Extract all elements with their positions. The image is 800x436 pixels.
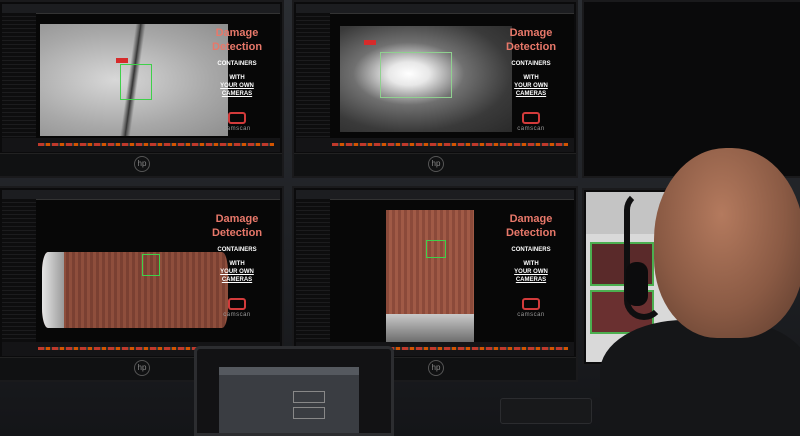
headphone-earcup-icon bbox=[626, 262, 648, 306]
laptop-panel bbox=[293, 407, 325, 419]
panel-your-own: YOUR OWN bbox=[220, 269, 254, 275]
hp-logo-icon: hp bbox=[134, 156, 150, 172]
data-sidebar bbox=[2, 13, 36, 138]
desk-radio bbox=[500, 398, 592, 424]
info-panel: Damage Detection CONTAINERS WITH YOUR OW… bbox=[198, 26, 276, 132]
timeline-bar[interactable] bbox=[296, 138, 574, 152]
hp-logo-icon: hp bbox=[428, 360, 444, 376]
detection-box bbox=[142, 254, 160, 276]
panel-subtitle: CONTAINERS bbox=[217, 247, 257, 253]
monitor-top-right bbox=[582, 0, 800, 178]
data-sidebar bbox=[2, 199, 36, 342]
monitor-bezel: hp bbox=[0, 153, 282, 176]
hp-logo-icon: hp bbox=[428, 156, 444, 172]
monitor-bezel: hp bbox=[294, 153, 576, 176]
laptop bbox=[194, 346, 394, 436]
info-panel: Damage Detection CONTAINERS WITH YOUR OW… bbox=[198, 212, 276, 318]
camera-feed-container-perspective bbox=[386, 210, 474, 348]
detection-box bbox=[120, 64, 152, 100]
data-sidebar bbox=[296, 13, 330, 138]
hp-logo-icon: hp bbox=[134, 360, 150, 376]
monitor-screen: Damage Detection CONTAINERS WITH YOUR OW… bbox=[296, 4, 574, 152]
camera-feed-thermal bbox=[340, 26, 512, 132]
panel-with: WITH bbox=[523, 75, 539, 81]
info-panel: Damage Detection CONTAINERS WITH YOUR OW… bbox=[492, 26, 570, 132]
monitor-screen: Damage Detection CONTAINERS WITH YOUR OW… bbox=[2, 4, 280, 152]
detection-box bbox=[380, 52, 452, 98]
panel-with: WITH bbox=[523, 261, 539, 267]
laptop-screen bbox=[219, 367, 359, 433]
panel-with: WITH bbox=[229, 261, 245, 267]
info-panel: Damage Detection CONTAINERS WITH YOUR OW… bbox=[492, 212, 570, 318]
window-titlebar bbox=[2, 4, 280, 14]
control-room-photo: Damage Detection CONTAINERS WITH YOUR OW… bbox=[0, 0, 800, 436]
panel-title: Damage Detection bbox=[211, 213, 263, 239]
detection-box bbox=[426, 240, 446, 258]
monitor-screen: Damage Detection CONTAINERS WITH YOUR OW… bbox=[296, 190, 574, 356]
panel-with: WITH bbox=[229, 75, 245, 81]
panel-your-own: YOUR OWN bbox=[514, 83, 548, 89]
timeline-bar[interactable] bbox=[2, 138, 280, 152]
panel-your-own: YOUR OWN bbox=[514, 269, 548, 275]
monitor-top-middle: Damage Detection CONTAINERS WITH YOUR OW… bbox=[292, 0, 578, 178]
camscan-logo-icon bbox=[228, 112, 246, 124]
window-titlebar bbox=[2, 190, 280, 200]
damage-tag bbox=[364, 40, 376, 45]
brand-name: camscan bbox=[223, 126, 251, 132]
laptop-panel bbox=[293, 391, 325, 403]
panel-cameras: CAMERAS bbox=[221, 91, 253, 97]
panel-subtitle: CONTAINERS bbox=[217, 61, 257, 67]
panel-title: Damage Detection bbox=[505, 27, 557, 53]
monitor-screen: Damage Detection CONTAINERS WITH YOUR OW… bbox=[2, 190, 280, 356]
panel-cameras: CAMERAS bbox=[221, 277, 253, 283]
brand-name: camscan bbox=[223, 312, 251, 318]
panel-cameras: CAMERAS bbox=[515, 91, 547, 97]
operator-head bbox=[654, 148, 800, 338]
panel-your-own: YOUR OWN bbox=[220, 83, 254, 89]
panel-title: Damage Detection bbox=[211, 27, 263, 53]
data-sidebar bbox=[296, 199, 330, 342]
panel-cameras: CAMERAS bbox=[515, 277, 547, 283]
container-edge-left bbox=[42, 252, 64, 328]
damage-tag bbox=[116, 58, 128, 63]
panel-subtitle: CONTAINERS bbox=[511, 247, 551, 253]
camscan-logo-icon bbox=[522, 112, 540, 124]
camscan-logo-icon bbox=[228, 298, 246, 310]
laptop-app-header bbox=[219, 367, 359, 375]
monitor-top-left: Damage Detection CONTAINERS WITH YOUR OW… bbox=[0, 0, 284, 178]
brand-name: camscan bbox=[517, 126, 545, 132]
operator-body bbox=[600, 320, 800, 436]
window-titlebar bbox=[296, 190, 574, 200]
panel-subtitle: CONTAINERS bbox=[511, 61, 551, 67]
camscan-logo-icon bbox=[522, 298, 540, 310]
brand-name: camscan bbox=[517, 312, 545, 318]
panel-title: Damage Detection bbox=[505, 213, 557, 239]
window-titlebar bbox=[296, 4, 574, 14]
